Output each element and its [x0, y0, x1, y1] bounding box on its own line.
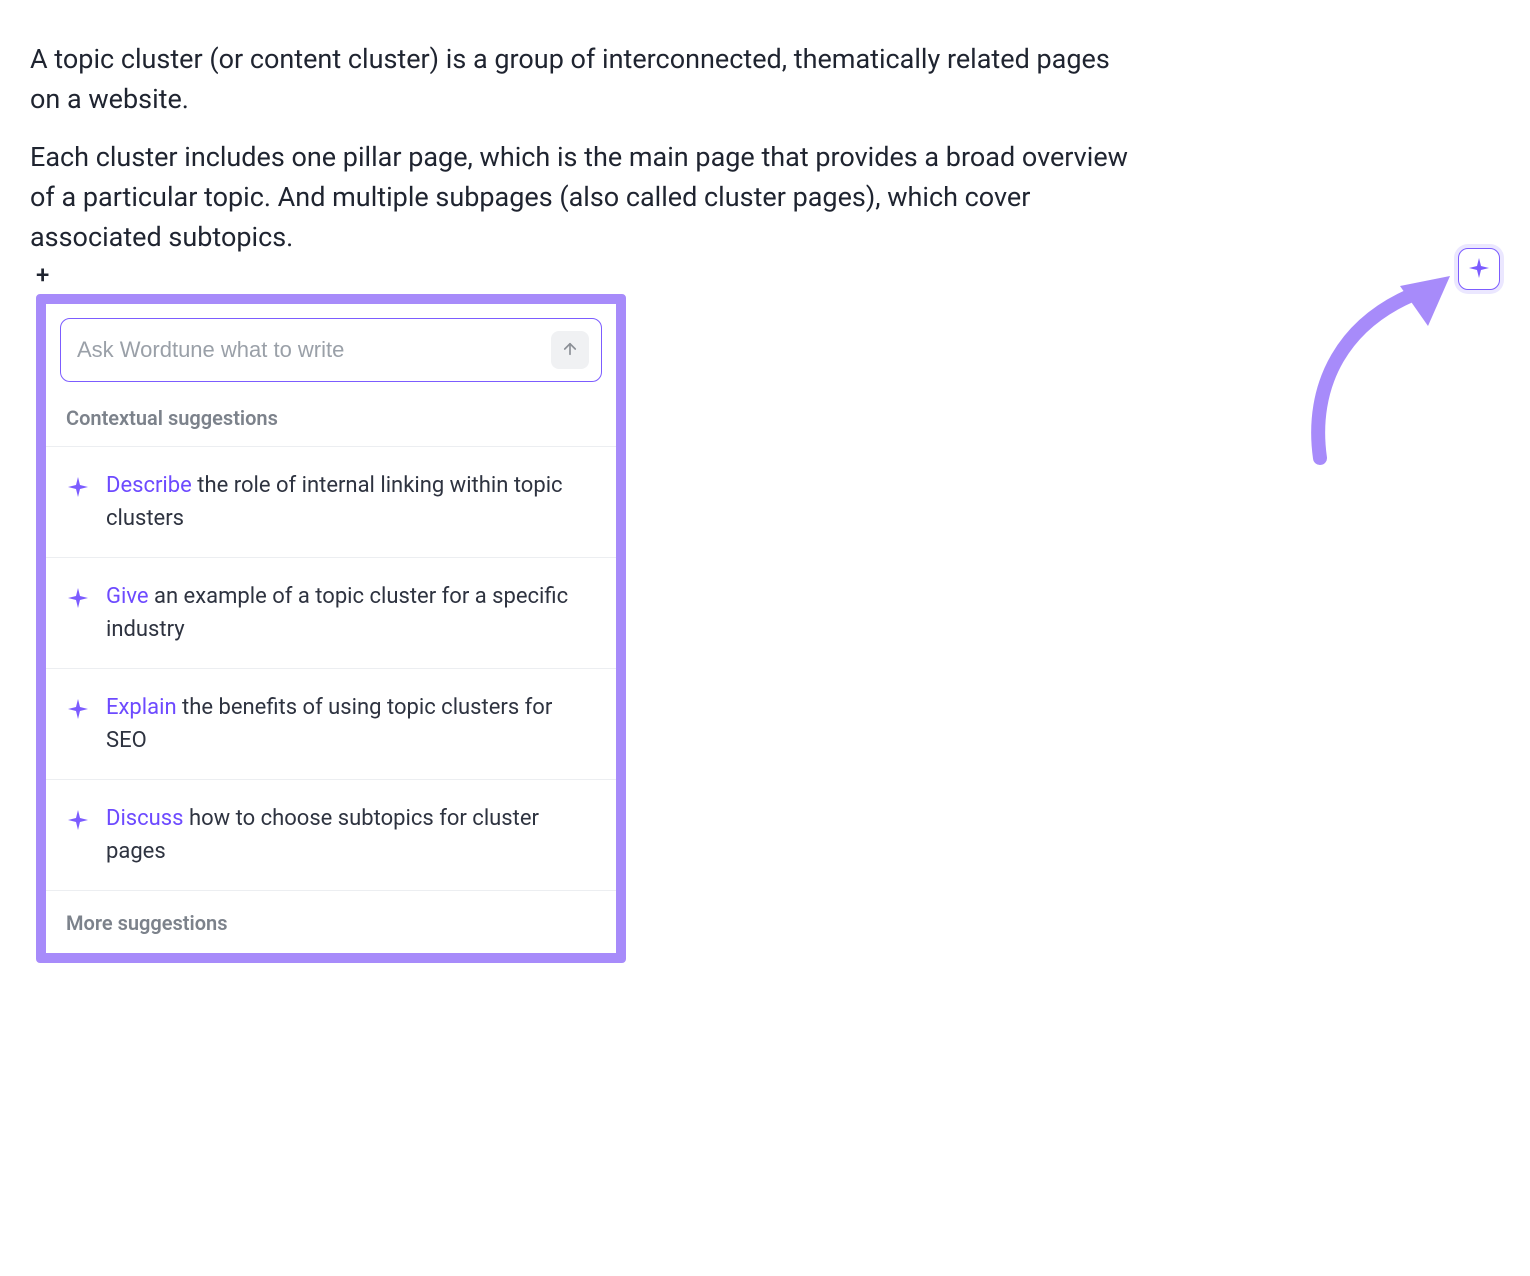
- wordtune-panel: Contextual suggestions Describe the role…: [36, 294, 626, 963]
- ask-wordtune-input[interactable]: [77, 337, 551, 363]
- body-paragraph-1: A topic cluster (or content cluster) is …: [30, 40, 1130, 120]
- suggestion-rest: an example of a topic cluster for a spec…: [106, 584, 568, 642]
- sparkle-icon: [66, 697, 90, 725]
- suggestion-text: Discuss how to choose subtopics for clus…: [106, 802, 596, 868]
- suggestion-item[interactable]: Describe the role of internal linking wi…: [46, 446, 616, 557]
- body-paragraph-2: Each cluster includes one pillar page, w…: [30, 138, 1130, 258]
- wordtune-trigger-button[interactable]: [1458, 248, 1500, 290]
- arrow-up-icon: [561, 340, 579, 361]
- ask-input-row: [60, 318, 602, 382]
- insert-block-plus[interactable]: +: [36, 263, 49, 287]
- suggestion-item[interactable]: Explain the benefits of using topic clus…: [46, 668, 616, 779]
- suggestion-verb: Explain: [106, 695, 177, 720]
- sparkle-icon: [66, 808, 90, 836]
- suggestion-item[interactable]: Give an example of a topic cluster for a…: [46, 557, 616, 668]
- suggestion-verb: Give: [106, 584, 149, 609]
- sparkle-icon: [1467, 256, 1491, 283]
- suggestion-verb: Discuss: [106, 806, 184, 831]
- contextual-suggestions-label: Contextual suggestions: [46, 400, 616, 446]
- suggestion-item[interactable]: Discuss how to choose subtopics for clus…: [46, 779, 616, 890]
- suggestion-text: Explain the benefits of using topic clus…: [106, 691, 596, 757]
- annotation-arrow-icon: [1300, 268, 1470, 468]
- submit-prompt-button[interactable]: [551, 331, 589, 369]
- suggestion-text: Describe the role of internal linking wi…: [106, 469, 596, 535]
- sparkle-icon: [66, 475, 90, 503]
- suggestion-text: Give an example of a topic cluster for a…: [106, 580, 596, 646]
- suggestion-verb: Describe: [106, 473, 192, 498]
- sparkle-icon: [66, 586, 90, 614]
- more-suggestions-button[interactable]: More suggestions: [46, 890, 616, 953]
